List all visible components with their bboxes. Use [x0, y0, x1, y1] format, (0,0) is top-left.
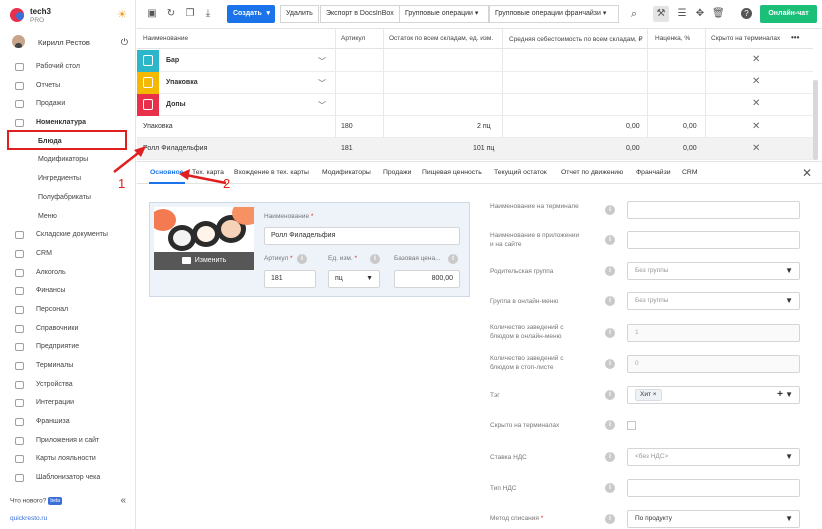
annotation-arrows — [113, 146, 227, 185]
annotation-label-1: 1 — [118, 176, 126, 191]
annotation-arrow-2 — [185, 173, 227, 185]
annotation-label-2: 2 — [223, 176, 231, 191]
annotation-arrowhead-2 — [179, 169, 190, 180]
